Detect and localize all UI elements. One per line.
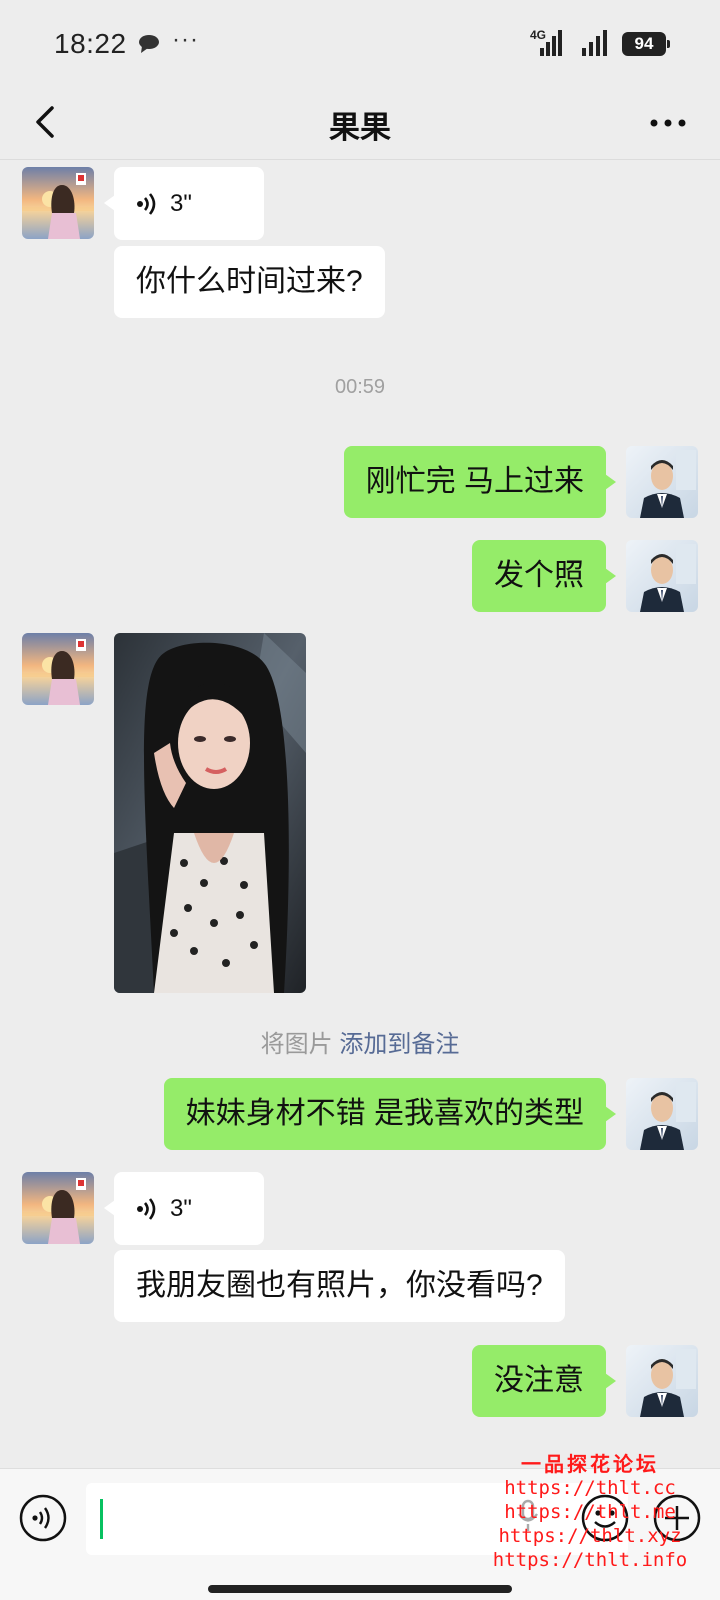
outgoing-message[interactable]: 刚忙完 马上过来 (343, 446, 617, 518)
voice-message[interactable]: 3" (104, 167, 264, 241)
contact-avatar[interactable] (22, 1172, 94, 1244)
voice-message[interactable]: 3" (104, 1172, 264, 1246)
add-to-remark-note: 将图片 添加到备注 (0, 1024, 720, 1059)
status-more-notifications: ··· (172, 26, 199, 53)
signal-icon (540, 30, 562, 56)
incoming-message[interactable]: 你什么时间过来? (114, 246, 385, 318)
chat-title: 果果 (329, 110, 391, 145)
watermark-url: https://thlt.xyz (498, 1525, 682, 1547)
status-time: 18:22 (54, 28, 127, 59)
system-note-text: 将图片 (260, 1031, 333, 1058)
more-options-icon[interactable] (648, 108, 692, 138)
incoming-message[interactable]: 我朋友圈也有照片，你没看吗? (114, 1250, 565, 1322)
voice-duration: 3" (170, 190, 192, 218)
outgoing-message[interactable]: 发个照 (472, 540, 616, 612)
watermark-url: https://thlt.me (504, 1501, 676, 1523)
home-indicator[interactable] (208, 1585, 512, 1593)
contact-avatar[interactable] (22, 167, 94, 239)
outgoing-message[interactable]: 妹妹身材不错 是我喜欢的类型 (163, 1078, 617, 1150)
add-to-remark-link[interactable]: 添加到备注 (339, 1031, 459, 1058)
message-timestamp: 00:59 (334, 376, 386, 398)
my-avatar[interactable] (626, 1345, 698, 1417)
image-message[interactable] (114, 633, 306, 993)
voice-wave-icon (137, 193, 156, 215)
chat-notification-icon (139, 35, 159, 53)
chat-header: 果果 (0, 90, 720, 160)
text-cursor (100, 1499, 103, 1539)
forum-watermark: 一品探花论坛 https://thlt.cc https://thlt.me h… (480, 1452, 700, 1572)
my-avatar[interactable] (626, 540, 698, 612)
signal-icon-secondary (582, 30, 607, 56)
voice-wave-icon (137, 1198, 156, 1220)
status-bar: 18:22 ··· 4G 94 (0, 0, 720, 90)
voice-input-icon[interactable] (18, 1493, 68, 1543)
voice-duration: 3" (170, 1195, 192, 1223)
watermark-url: https://thlt.info (492, 1549, 688, 1571)
watermark-title: 一品探花论坛 (521, 1452, 659, 1476)
my-avatar[interactable] (626, 1078, 698, 1150)
battery-indicator: 94 (622, 32, 670, 56)
my-avatar[interactable] (626, 446, 698, 518)
outgoing-message[interactable]: 没注意 (472, 1345, 616, 1417)
contact-avatar[interactable] (22, 633, 94, 705)
watermark-url: https://thlt.cc (504, 1477, 676, 1499)
